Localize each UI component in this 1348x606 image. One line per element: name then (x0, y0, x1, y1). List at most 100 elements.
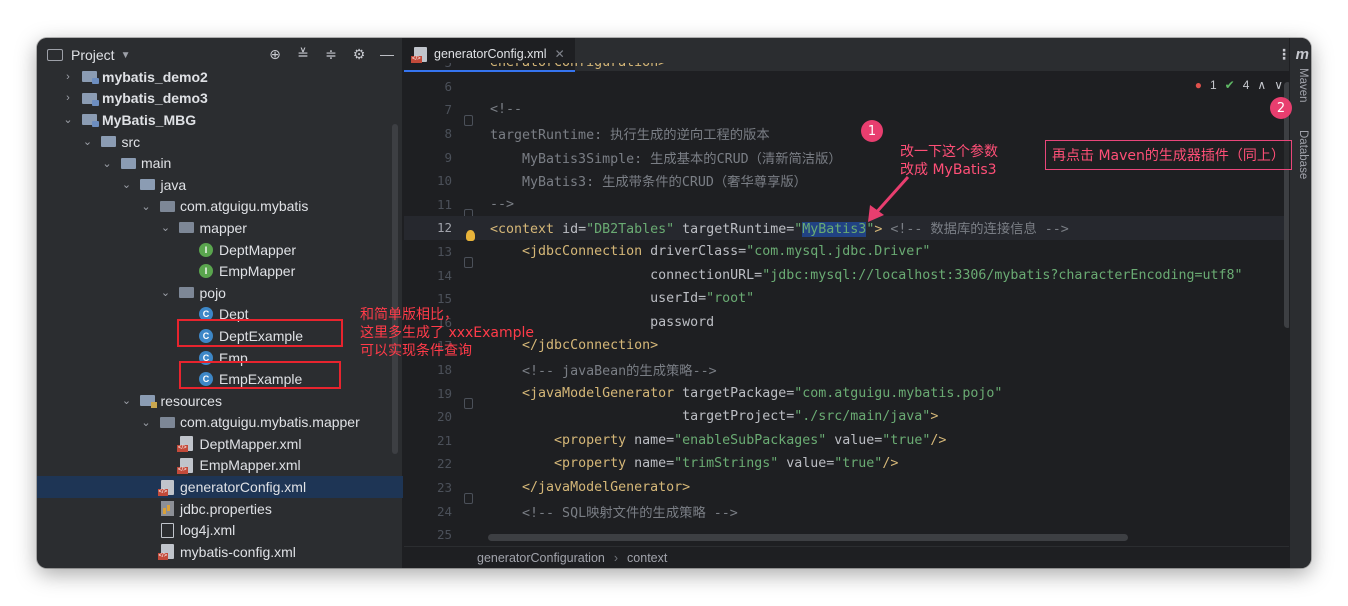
code-token: </javaModelGenerator> (522, 480, 691, 496)
code-text: connectionURL="jdbc:mysql://localhost:33… (490, 268, 1242, 283)
database-tool-tab[interactable]: Database (1297, 130, 1309, 179)
chevron-right-icon[interactable]: › (61, 71, 75, 83)
tree-item-label: mybatis-config.xml (180, 543, 296, 560)
chevron-down-icon[interactable]: ⌄ (81, 135, 95, 148)
tree-item-pojo[interactable]: ⌄ pojo (37, 282, 403, 304)
tree-item-label: log4j.xml (180, 522, 236, 539)
tree-item-com-atguigu-mybatis[interactable]: ⌄ com.atguigu.mybatis (37, 196, 403, 218)
tree-item-log4j-xml[interactable]: ·log4j.xml (37, 519, 403, 541)
tree-item-label: main (141, 155, 172, 172)
chevron-down-icon[interactable]: ⌄ (159, 286, 173, 299)
code-editor[interactable]: 5 eneratorConfiguration> 6 7 <!-- 8 targetRunt… (404, 63, 1284, 543)
code-line[interactable]: 20 targetProject="./src/main/java"> (404, 405, 1284, 429)
chevron-down-icon[interactable]: ▼ (121, 50, 131, 61)
package-icon (179, 286, 195, 300)
tree-item-java[interactable]: ⌄ java (37, 174, 403, 196)
hide-icon[interactable]: — (378, 46, 396, 63)
code-line[interactable]: 24 <!-- SQL映射文件的生成策略 --> (404, 499, 1284, 523)
tree-item-generatorconfig-xml[interactable]: ·generatorConfig.xml (37, 476, 403, 498)
inspection-widget[interactable]: ● 1 ✔ 4 ∧ ∨ (1195, 78, 1283, 92)
code-line[interactable]: 17 </jdbcConnection> (404, 334, 1284, 358)
folder-icon (140, 178, 156, 192)
expand-all-icon[interactable]: ≚ (294, 46, 312, 63)
project-toolbar: ⊕ ≚ ≑ ⚙ — (266, 46, 396, 63)
tree-item-mapper[interactable]: ⌄ mapper (37, 217, 403, 239)
code-line[interactable]: 15 userId="root" (404, 287, 1284, 311)
chevron-down-icon[interactable]: ⌄ (120, 394, 134, 407)
code-token: MyBatis3: 生成带条件的CRUD（奢华尊享版） (490, 175, 807, 191)
project-panel: Project ▼ ⊕ ≚ ≑ ⚙ — › mybatis_demo2 › mybat… (37, 38, 403, 568)
close-icon[interactable]: ✕ (555, 47, 565, 61)
tree-item-label: java (160, 176, 187, 193)
code-line[interactable]: 12 <context id="DB2Tables" targetRuntime=… (404, 216, 1284, 241)
code-line[interactable]: 13 <jdbcConnection driverClass="com.mysq… (404, 240, 1284, 268)
tree-item-main[interactable]: ⌄ main (37, 152, 403, 174)
tree-item-jdbc-properties[interactable]: ·jdbc.properties (37, 498, 403, 520)
chevron-down-icon[interactable]: ⌄ (100, 157, 114, 170)
xml-icon (177, 457, 195, 474)
code-line[interactable]: 23 </javaModelGenerator> (404, 476, 1284, 504)
project-scrollbar[interactable] (392, 124, 398, 454)
code-token: MyBatis3Simple: 生成基本的CRUD（清新简洁版） (490, 151, 842, 167)
tree-item-mybatis-mbg[interactable]: ⌄ MyBatis_MBG (37, 109, 403, 131)
code-line[interactable]: 19 <javaModelGenerator targetPackage="co… (404, 381, 1284, 410)
code-token: <jdbcConnection (522, 244, 651, 260)
code-token: eneratorConfiguration> (490, 63, 666, 70)
code-token: password (650, 314, 715, 330)
properties-icon (159, 501, 175, 517)
tree-item-mybatis-config-xml[interactable]: ·mybatis-config.xml (37, 541, 403, 563)
code-line[interactable]: 10 MyBatis3: 生成带条件的CRUD（奢华尊享版） (404, 169, 1284, 193)
gear-icon[interactable]: ⚙ (350, 46, 368, 63)
package-icon (159, 415, 175, 429)
code-token: "com.mysql.jdbc.Driver" (746, 244, 931, 260)
chevron-down-icon[interactable]: ⌄ (159, 221, 173, 234)
package-icon (179, 221, 195, 235)
tree-item-deptmapper[interactable]: ·IDeptMapper (37, 239, 403, 261)
chevron-right-icon[interactable]: › (61, 92, 75, 104)
tree-item-src[interactable]: ⌄ src (37, 131, 403, 153)
code-line[interactable]: 16 password (404, 311, 1284, 335)
tree-item-label: EmpMapper.xml (199, 457, 301, 474)
breadcrumb-item[interactable]: context (627, 551, 667, 565)
chevron-down-icon[interactable]: ⌄ (61, 113, 75, 126)
project-title: Project (71, 47, 115, 63)
code-line[interactable]: 18 <!-- javaBean的生成策略--> (404, 358, 1284, 382)
tree-item-label: resources (160, 392, 222, 409)
code-token: targetRuntime: 执行生成的逆向工程的版本 (490, 128, 770, 144)
tree-item-com-atguigu-mybatis-mapper[interactable]: ⌄ com.atguigu.mybatis.mapper (37, 412, 403, 434)
code-text: eneratorConfiguration> (490, 63, 666, 70)
tree-item-deptmapper-xml[interactable]: ·DeptMapper.xml (37, 433, 403, 455)
code-token: name= (634, 456, 675, 472)
editor-horizontal-scrollbar[interactable] (488, 534, 1128, 541)
collapse-all-icon[interactable]: ≑ (322, 46, 340, 63)
tree-item-empmapper-xml[interactable]: ·EmpMapper.xml (37, 455, 403, 477)
code-line[interactable]: 14 connectionURL="jdbc:mysql://localhost… (404, 263, 1284, 287)
code-line[interactable]: 11 --> (404, 193, 1284, 221)
chevron-down-icon[interactable]: ⌄ (139, 200, 153, 213)
line-number: 25 (436, 527, 452, 543)
maven-tool-tab[interactable]: Maven (1297, 68, 1309, 103)
selected-token: MyBatis3 (802, 222, 867, 238)
tree-item-empmapper[interactable]: ·IEmpMapper (37, 260, 403, 282)
code-line[interactable]: 21 <property name="enableSubPackages" va… (404, 429, 1284, 453)
code-line[interactable]: 22 <property name="trimStrings" value="t… (404, 452, 1284, 476)
code-token: "true" (882, 432, 931, 448)
tree-item-resources[interactable]: ⌄ resources (37, 390, 403, 412)
chevron-down-icon[interactable]: ∨ (1274, 78, 1283, 92)
tree-item-mybatis-demo2[interactable]: › mybatis_demo2 (37, 66, 403, 88)
code-line[interactable]: 6 (404, 75, 1284, 99)
chevron-up-icon[interactable]: ∧ (1257, 78, 1266, 92)
chevron-down-icon[interactable]: ⌄ (120, 178, 134, 191)
check-icon: ✔ (1224, 78, 1235, 92)
line-number: 19 (436, 385, 452, 401)
code-line[interactable]: 7 <!-- (404, 98, 1284, 126)
tree-item-mybatis-demo3[interactable]: › mybatis_demo3 (37, 88, 403, 110)
breadcrumb-item[interactable]: generatorConfiguration (477, 551, 605, 565)
maven-m-icon[interactable]: m (1296, 46, 1309, 63)
highlight-box-deptexample (177, 319, 343, 347)
locate-icon[interactable]: ⊕ (266, 46, 284, 63)
code-line[interactable]: 5 eneratorConfiguration> (404, 63, 1284, 75)
chevron-down-icon[interactable]: ⌄ (139, 416, 153, 429)
